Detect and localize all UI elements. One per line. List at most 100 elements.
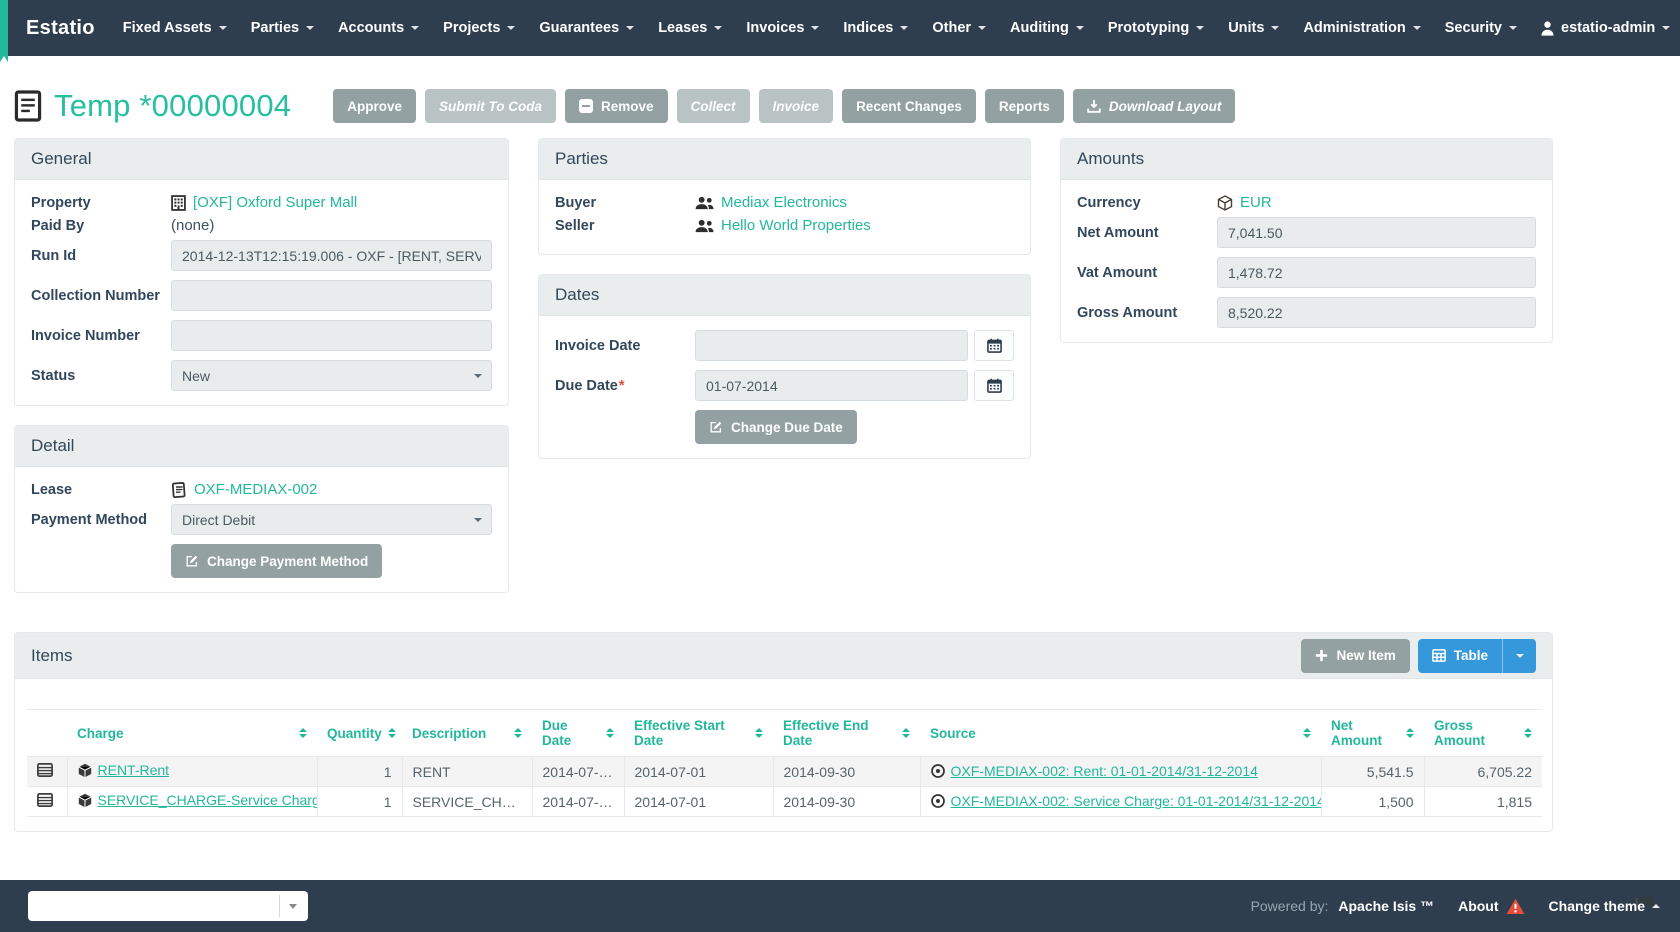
net-amount-label: Net Amount	[1077, 225, 1217, 241]
net-amount-field[interactable]	[1217, 217, 1536, 248]
column-header-description[interactable]: Description	[402, 710, 532, 757]
sort-icon[interactable]	[388, 728, 396, 738]
row-table-icon	[37, 763, 53, 777]
charge-link[interactable]: SERVICE_CHARGE-Service Charge	[78, 792, 318, 808]
nav-item-fixed-assets[interactable]: Fixed Assets	[111, 0, 239, 56]
table-view-button[interactable]: Table	[1418, 639, 1502, 673]
approve-button[interactable]: Approve	[333, 89, 416, 123]
nav-item-prototyping[interactable]: Prototyping	[1096, 0, 1216, 56]
nav-item-user-menu[interactable]: estatio-admin	[1529, 0, 1680, 56]
nav-item-leases[interactable]: Leases	[646, 0, 734, 56]
sort-icon[interactable]	[514, 728, 522, 738]
gross-amount-field[interactable]	[1217, 297, 1536, 328]
column-header-due-date[interactable]: Due Date	[532, 710, 624, 757]
nav-item-administration[interactable]: Administration	[1291, 0, 1432, 56]
change-due-date-button[interactable]: Change Due Date	[695, 410, 857, 444]
buyer-link[interactable]: Mediax Electronics	[695, 194, 847, 211]
change-payment-method-button[interactable]: Change Payment Method	[171, 544, 382, 578]
nav-item-projects[interactable]: Projects	[431, 0, 527, 56]
status-select[interactable]: New	[171, 360, 492, 391]
column-header-source[interactable]: Source	[920, 710, 1321, 757]
sort-icon[interactable]	[902, 728, 910, 738]
nav-item-units[interactable]: Units	[1216, 0, 1291, 56]
column-header-effective-start-date[interactable]: Effective Start Date	[624, 710, 773, 757]
required-marker: *	[619, 378, 625, 394]
invoice-date-calendar-button[interactable]	[974, 330, 1014, 361]
due-date-cell: 2014-07-01	[532, 787, 624, 817]
reports-button[interactable]: Reports	[985, 89, 1064, 123]
edit-icon	[185, 554, 199, 568]
source-link[interactable]: OXF-MEDIAX-002: Service Charge: 01-01-20…	[931, 793, 1322, 809]
calendar-icon	[987, 378, 1002, 393]
collect-button[interactable]: Collect	[677, 89, 750, 123]
column-label: Quantity	[327, 726, 382, 741]
column-label: Description	[412, 726, 486, 741]
table-view-dropdown-button[interactable]	[1502, 639, 1536, 673]
download-layout-button[interactable]: Download Layout	[1073, 89, 1236, 123]
recent-changes-button[interactable]: Recent Changes	[842, 89, 976, 123]
vat-amount-field[interactable]	[1217, 257, 1536, 288]
collection-number-field[interactable]	[171, 280, 492, 311]
property-link[interactable]: [OXF] Oxford Super Mall	[171, 194, 357, 211]
nav-item-invoices[interactable]: Invoices	[734, 0, 831, 56]
due-date-calendar-button[interactable]	[974, 370, 1014, 401]
nav-item-label: Invoices	[746, 20, 804, 36]
lease-link[interactable]: OXF-MEDIAX-002	[171, 481, 317, 498]
invoice-date-label: Invoice Date	[555, 338, 695, 354]
net-amount-cell: 1,500	[1321, 787, 1424, 817]
nav-item-label: Accounts	[338, 20, 404, 36]
nav-item-guarantees[interactable]: Guarantees	[527, 0, 646, 56]
chevron-down-icon	[474, 374, 482, 378]
invoice-number-label: Invoice Number	[31, 328, 171, 344]
sort-icon[interactable]	[606, 728, 614, 738]
invoice-document-icon	[14, 90, 42, 122]
submit-to-coda-button[interactable]: Submit To Coda	[425, 89, 556, 123]
sort-icon[interactable]	[755, 728, 763, 738]
cube-icon	[1217, 195, 1233, 211]
column-header-gross-amount[interactable]: Gross Amount	[1424, 710, 1542, 757]
charge-link[interactable]: RENT-Rent	[78, 762, 170, 778]
nav-item-other[interactable]: Other	[920, 0, 998, 56]
sort-icon[interactable]	[1524, 728, 1532, 738]
invoice-date-field[interactable]	[695, 330, 968, 361]
nav-item-auditing[interactable]: Auditing	[998, 0, 1096, 56]
table-row: SERVICE_CHARGE-Service Charge 1 SERVICE_…	[27, 787, 1542, 817]
column-header-effective-end-date[interactable]: Effective End Date	[773, 710, 920, 757]
row-detail-cell[interactable]	[27, 757, 67, 787]
nav-item-indices[interactable]: Indices	[831, 0, 920, 56]
nav-item-parties[interactable]: Parties	[239, 0, 326, 56]
table-view-split-button: Table	[1418, 639, 1536, 673]
sort-icon[interactable]	[299, 728, 307, 738]
about-link[interactable]: About	[1458, 898, 1524, 915]
row-detail-cell[interactable]	[27, 787, 67, 817]
edit-icon	[709, 420, 723, 434]
column-header-net-amount[interactable]: Net Amount	[1321, 710, 1424, 757]
column-header-quantity[interactable]: Quantity	[317, 710, 402, 757]
paid-by-label: Paid By	[31, 218, 171, 234]
change-theme-link[interactable]: Change theme	[1549, 898, 1660, 914]
payment-method-select[interactable]: Direct Debit	[171, 504, 492, 535]
currency-link[interactable]: EUR	[1217, 194, 1272, 211]
sort-icon[interactable]	[1303, 728, 1311, 738]
effective-end-date-cell: 2014-09-30	[773, 787, 920, 817]
due-date-field[interactable]	[695, 370, 968, 401]
nav-item-accounts[interactable]: Accounts	[326, 0, 431, 56]
currency-label: Currency	[1077, 195, 1217, 211]
nav-item-security[interactable]: Security	[1433, 0, 1529, 56]
new-item-button[interactable]: New Item	[1301, 639, 1409, 673]
footer-bookmarks-select[interactable]	[28, 891, 308, 921]
remove-button[interactable]: Remove	[565, 89, 668, 123]
invoice-button[interactable]: Invoice	[759, 89, 834, 123]
dates-panel: Dates Invoice Date	[538, 274, 1031, 459]
sort-icon[interactable]	[1406, 728, 1414, 738]
run-id-label: Run Id	[31, 248, 171, 264]
title-row: Temp *00000004 Approve Submit To Coda Re…	[14, 88, 1666, 124]
column-left: General Property [OXF] Oxford Super Mall	[14, 138, 509, 612]
powered-by-label: Powered by:	[1251, 898, 1329, 914]
source-link[interactable]: OXF-MEDIAX-002: Rent: 01-01-2014/31-12-2…	[931, 763, 1258, 779]
invoice-number-field[interactable]	[171, 320, 492, 351]
column-header-charge[interactable]: Charge	[67, 710, 317, 757]
seller-link[interactable]: Hello World Properties	[695, 217, 871, 234]
apache-isis-link[interactable]: Apache Isis ™	[1338, 898, 1434, 914]
run-id-field[interactable]	[171, 240, 492, 271]
